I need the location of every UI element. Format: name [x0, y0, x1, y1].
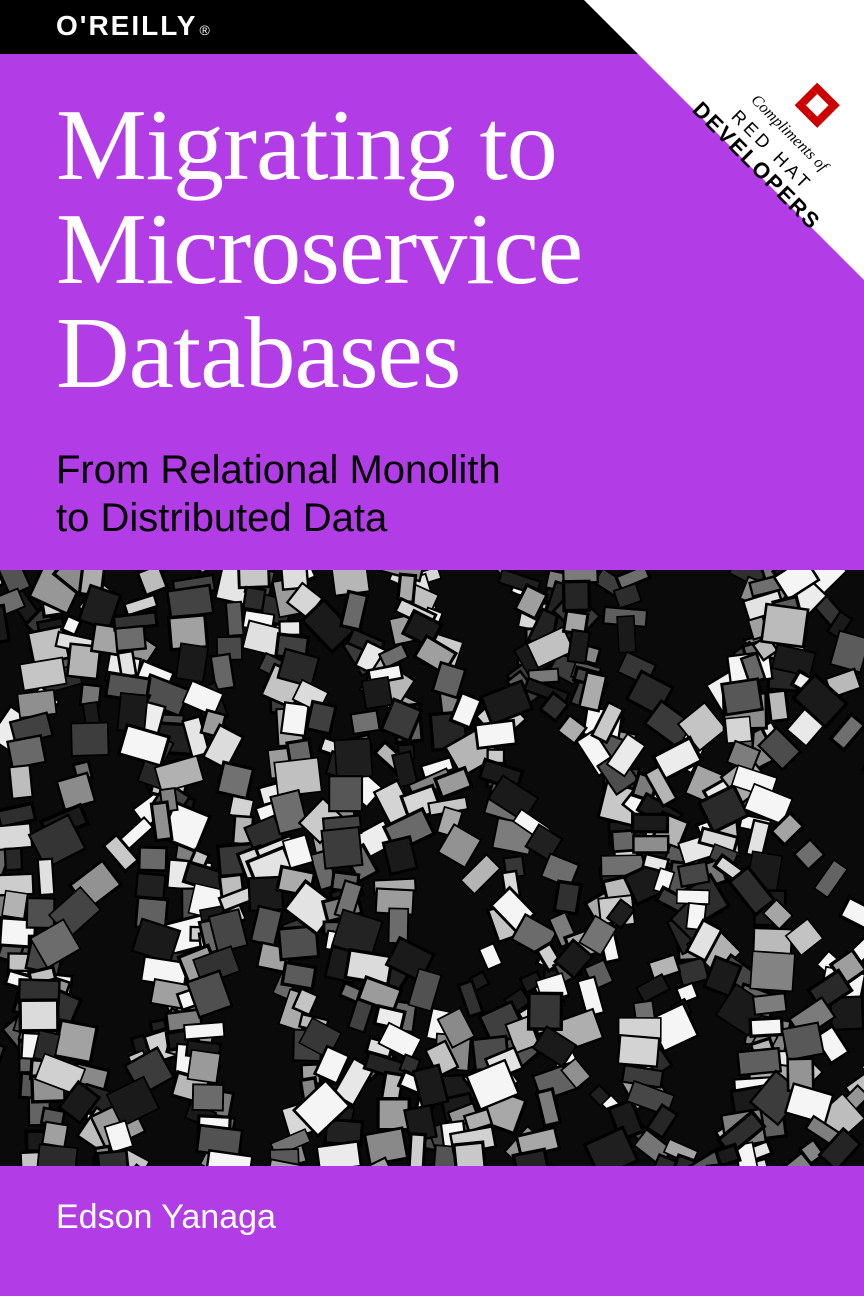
publisher-name: O'REILLY	[56, 10, 197, 41]
sponsor-line1: RED HAT	[680, 59, 863, 242]
publisher-logo: O'REILLY®	[56, 10, 210, 42]
sponsor-name: RED HAT DEVELOPERS	[664, 59, 863, 258]
book-subtitle: From Relational Monolith to Distributed …	[56, 446, 501, 542]
top-bar: O'REILLY®	[0, 0, 864, 54]
compliments-text: Compliments of	[698, 42, 864, 224]
subtitle-line1: From Relational Monolith	[56, 446, 501, 494]
redhat-logo-icon	[789, 77, 846, 134]
title-line2: Microservice	[56, 198, 582, 302]
title-line1: Migrating to	[56, 94, 582, 198]
subtitle-line2: to Distributed Data	[56, 494, 501, 542]
cover-art-mosaic	[0, 570, 864, 1166]
book-title: Migrating to Microservice Databases	[56, 94, 582, 406]
sponsor-line2: DEVELOPERS	[664, 73, 850, 259]
title-line3: Databases	[56, 302, 582, 406]
publisher-registered: ®	[199, 22, 209, 38]
author-name: Edson Yanaga	[56, 1198, 276, 1237]
